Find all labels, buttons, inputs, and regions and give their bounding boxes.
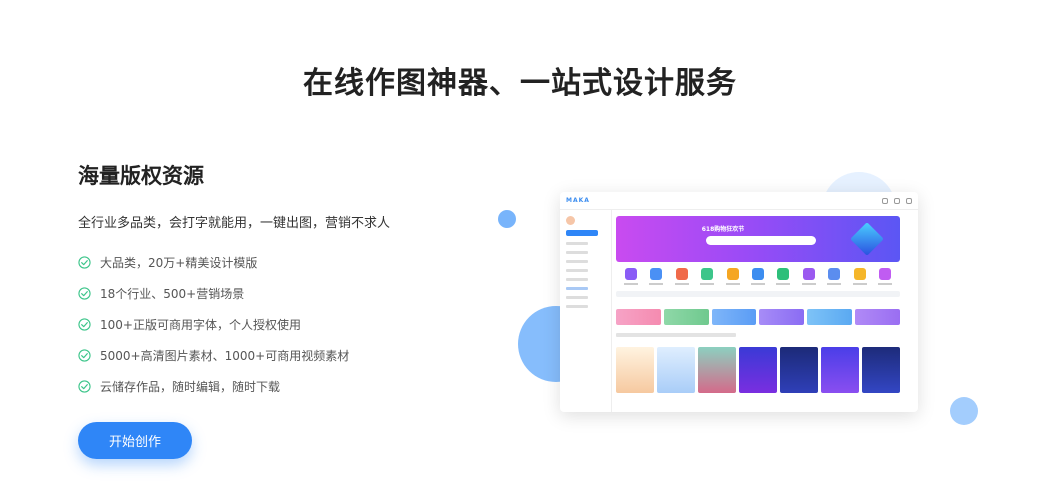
decorative-circle <box>950 397 978 425</box>
preview-template-row <box>616 347 900 393</box>
feature-item: 大品类，20万+精美设计模版 <box>78 247 498 278</box>
preview-logo: MAKA <box>566 197 590 204</box>
section-title: 海量版权资源 <box>78 164 204 188</box>
check-circle-icon <box>78 380 91 393</box>
feature-list: 大品类，20万+精美设计模版 18个行业、500+营销场景 100+正版可商用字… <box>78 247 498 402</box>
check-circle-icon <box>78 256 91 269</box>
feature-item: 18个行业、500+营销场景 <box>78 278 498 309</box>
start-creating-button[interactable]: 开始创作 <box>78 422 192 459</box>
feature-text: 18个行业、500+营销场景 <box>100 287 245 301</box>
feature-text: 5000+高清图片素材、1000+可商用视频素材 <box>100 349 350 363</box>
feature-text: 大品类，20万+精美设计模版 <box>100 256 258 270</box>
preview-festival-row <box>616 309 900 325</box>
preview-main: 618购物狂欢节 <box>616 216 900 412</box>
feature-text: 100+正版可商用字体，个人授权使用 <box>100 318 301 332</box>
preview-banner-title: 618购物狂欢节 <box>701 226 745 233</box>
preview-search-bar <box>706 236 816 245</box>
feature-item: 云储存作品，随时编辑，随时下载 <box>78 371 498 402</box>
check-circle-icon <box>78 287 91 300</box>
preview-banner-illustration <box>850 222 884 256</box>
feature-text: 云储存作品，随时编辑，随时下载 <box>100 380 281 394</box>
preview-create-button <box>566 230 598 236</box>
page-title: 在线作图神器、一站式设计服务 <box>303 66 737 101</box>
avatar <box>566 216 575 225</box>
check-circle-icon <box>78 349 91 362</box>
preview-sidebar <box>560 210 612 412</box>
section-subtitle: 全行业多品类，会打字就能用，一键出图，营销不求人 <box>78 216 391 231</box>
decorative-circle <box>498 210 516 228</box>
check-circle-icon <box>78 318 91 331</box>
product-screenshot: MAKA 618购物狂欢节 <box>560 192 918 412</box>
preview-subtabs <box>616 333 736 337</box>
preview-category-row <box>616 268 900 285</box>
preview-banner: 618购物狂欢节 <box>616 216 900 262</box>
page: 在线作图神器、一站式设计服务 海量版权资源 全行业多品类，会打字就能用，一键出图… <box>0 0 1040 488</box>
preview-tag-row <box>616 291 900 297</box>
feature-item: 5000+高清图片素材、1000+可商用视频素材 <box>78 340 498 371</box>
preview-topbar: MAKA <box>560 192 918 210</box>
preview-toolbar-icons <box>882 197 912 204</box>
feature-section: 海量版权资源 全行业多品类，会打字就能用，一键出图，营销不求人 大品类，20万+… <box>78 160 498 459</box>
feature-item: 100+正版可商用字体，个人授权使用 <box>78 309 498 340</box>
